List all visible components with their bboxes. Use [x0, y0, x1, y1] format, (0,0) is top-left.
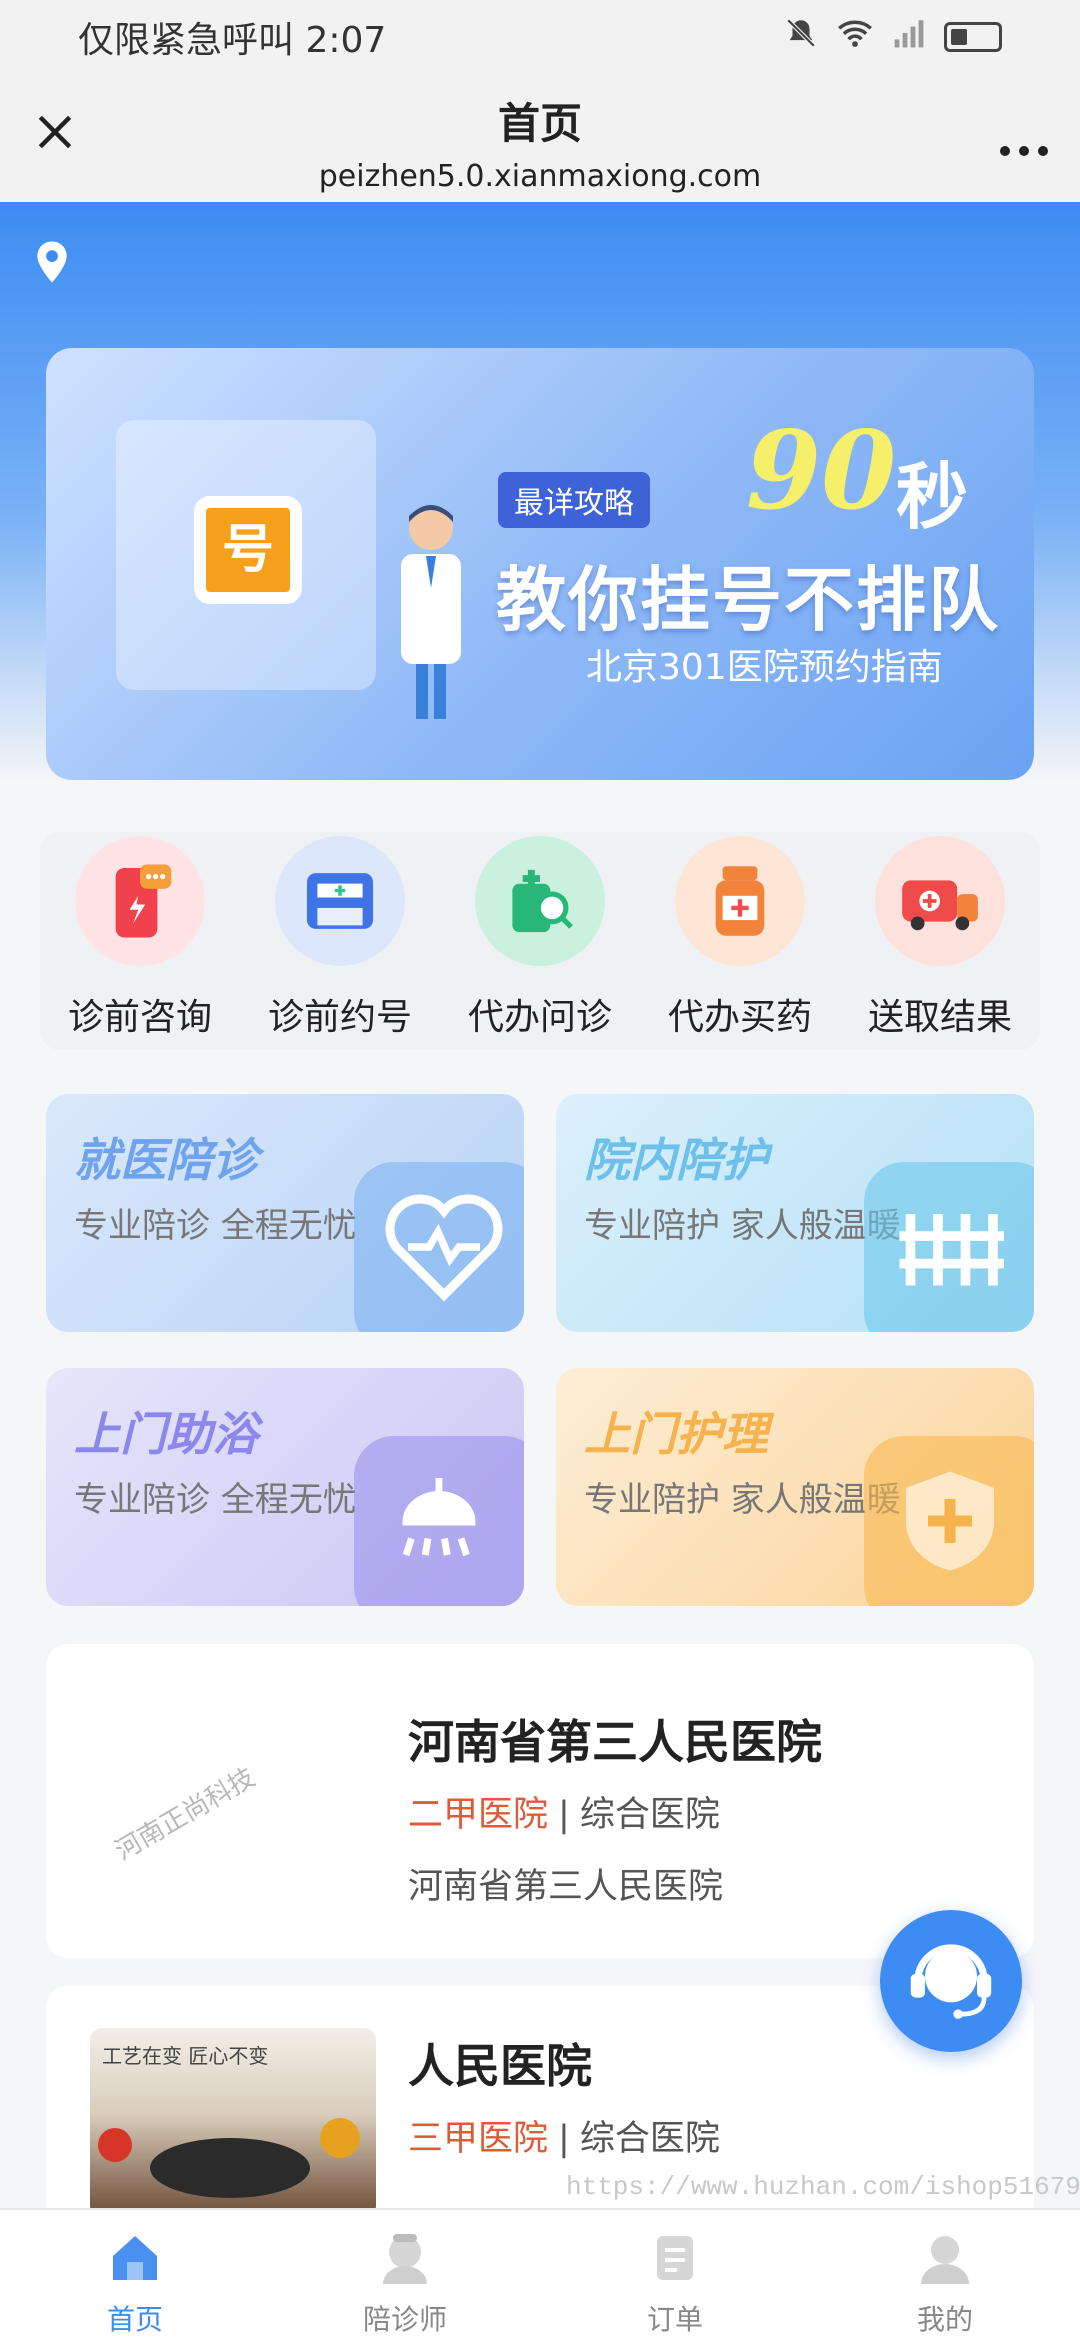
service-card-title: 上门护理 — [584, 1407, 768, 1461]
service-card-home-nursing[interactable]: 上门护理 专业陪护 家人般温暖 — [556, 1368, 1034, 1606]
order-list-icon — [645, 2228, 705, 2288]
hospital-type: 综合医院 — [579, 1795, 720, 1835]
thumbnail-watermark: 河南正尚科技 — [110, 1762, 261, 1867]
quick-action-buy-medicine[interactable]: 代办买药 — [640, 832, 840, 1050]
service-card-subtitle: 专业陪护 家人般温暖 — [584, 1480, 901, 1520]
hospital-thumbnail: 工艺在变 匠心不变 — [90, 2028, 376, 2218]
status-icons — [784, 16, 1002, 58]
hospital-tags: 二甲医院 | 综合医院 — [408, 1795, 720, 1835]
promo-banner[interactable]: 号 最详攻略 90 秒 教你挂号不排队 北京301医院预约指南 — [46, 348, 1034, 780]
quick-action-consult[interactable]: 诊前咨询 — [40, 832, 240, 1050]
quick-action-deliver-results[interactable]: 送取结果 — [840, 832, 1040, 1050]
page-url: peizhen5.0.xianmaxiong.com — [318, 159, 762, 194]
banner-number: 90 — [746, 408, 897, 534]
signal-icon — [892, 17, 926, 57]
quick-action-label: 代办买药 — [667, 997, 812, 1038]
hospital-type: 综合医院 — [579, 2119, 720, 2159]
quick-action-label: 诊前咨询 — [67, 997, 212, 1038]
shield-cross-icon — [864, 1436, 1034, 1606]
phone-chat-icon — [75, 836, 205, 966]
banner-headline: 教你挂号不排队 — [496, 559, 1000, 641]
tab-home[interactable]: 首页 — [0, 2210, 270, 2340]
search-doctor-icon — [475, 836, 605, 966]
hospital-address: 河南省第三人民医院 — [408, 1867, 724, 1907]
hospital-name: 人民医院 — [408, 2039, 592, 2093]
service-card-title: 院内陪护 — [584, 1133, 768, 1187]
tab-profile[interactable]: 我的 — [810, 2210, 1080, 2340]
tab-orders[interactable]: 订单 — [540, 2210, 810, 2340]
shower-icon — [354, 1436, 524, 1606]
tab-escorts[interactable]: 陪诊师 — [270, 2210, 540, 2340]
service-card-inpatient-care[interactable]: 院内陪护 专业陪护 家人般温暖 — [556, 1094, 1034, 1332]
quick-actions: 诊前咨询 诊前约号 代办问诊 代办买药 送取结果 — [40, 832, 1040, 1050]
bottom-tab-bar: 首页 陪诊师 订单 我的 — [0, 2208, 1080, 2340]
banner-seconds: 秒 — [896, 455, 969, 539]
quick-action-label: 诊前约号 — [267, 997, 412, 1038]
hospital-level: 二甲医院 — [408, 1795, 549, 1835]
watermark-text: https://www.huzhan.com/ishop51679 — [566, 2172, 1080, 2202]
service-card-subtitle: 专业陪诊 全程无忧 — [74, 1480, 357, 1520]
status-text: 仅限紧急呼叫 2:07 — [78, 20, 387, 61]
wifi-icon — [836, 17, 874, 57]
battery-icon — [944, 22, 1002, 52]
hospital-name: 河南省第三人民医院 — [408, 1715, 822, 1769]
heart-pulse-icon — [354, 1162, 524, 1332]
quick-action-appointment[interactable]: 诊前约号 — [240, 832, 440, 1050]
close-icon[interactable] — [30, 110, 80, 160]
tab-label: 我的 — [916, 2303, 973, 2336]
tab-label: 首页 — [106, 2303, 163, 2336]
registration-icon: 号 — [194, 496, 302, 604]
service-card-escort[interactable]: 就医陪诊 专业陪诊 全程无忧 — [46, 1094, 524, 1332]
hospital-thumbnail: 河南正尚科技 — [86, 1704, 346, 1894]
headset-icon — [910, 1944, 992, 2019]
quick-action-proxy-visit[interactable]: 代办问诊 — [440, 832, 640, 1050]
status-bar: 仅限紧急呼叫 2:07 — [0, 0, 1080, 74]
thumbnail-caption: 工艺在变 匠心不变 — [102, 2044, 269, 2068]
service-card-title: 就医陪诊 — [74, 1133, 258, 1187]
medicine-bottle-icon — [675, 836, 805, 966]
service-card-subtitle: 专业陪护 家人般温暖 — [584, 1206, 901, 1246]
service-card-title: 上门助浴 — [74, 1407, 258, 1461]
quick-action-label: 代办问诊 — [467, 997, 612, 1038]
nurse-icon — [375, 2228, 435, 2288]
tab-label: 陪诊师 — [362, 2303, 447, 2336]
banner-tag: 最详攻略 — [498, 472, 650, 528]
customer-service-button[interactable] — [880, 1910, 1022, 2052]
service-card-subtitle: 专业陪诊 全程无忧 — [74, 1206, 357, 1246]
hospital-level: 三甲医院 — [408, 2119, 549, 2159]
tab-label: 订单 — [646, 2303, 703, 2336]
hospital-tags: 三甲医院 | 综合医院 — [408, 2119, 720, 2159]
ambulance-icon — [875, 836, 1005, 966]
service-card-home-bathing[interactable]: 上门助浴 专业陪诊 全程无忧 — [46, 1368, 524, 1606]
doctor-illustration — [401, 505, 461, 719]
quick-action-label: 送取结果 — [867, 997, 1012, 1038]
ticket-printer-icon — [275, 836, 405, 966]
page-title: 首页 — [497, 99, 582, 148]
user-icon — [915, 2228, 975, 2288]
location-pin-icon[interactable] — [34, 240, 70, 284]
fence-icon — [864, 1162, 1034, 1332]
home-icon — [105, 2228, 165, 2288]
more-options-icon[interactable] — [998, 114, 1050, 170]
nav-bar: 首页 peizhen5.0.xianmaxiong.com — [0, 74, 1080, 202]
banner-subline: 北京301医院预约指南 — [586, 647, 943, 688]
mute-bell-icon — [784, 16, 818, 58]
